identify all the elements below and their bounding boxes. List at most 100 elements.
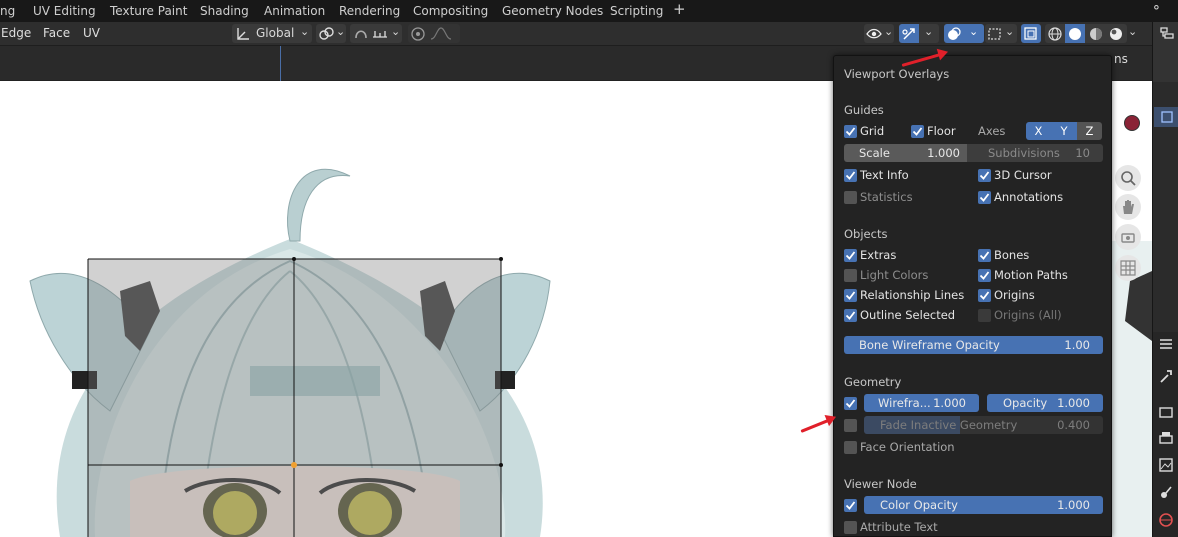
gizmo-icon <box>902 28 915 40</box>
opacity-slider[interactable]: Opacity 1.000 <box>987 394 1103 412</box>
origins-checkbox[interactable] <box>978 289 991 302</box>
origins-label: Origins <box>994 288 1035 302</box>
material-shading-icon[interactable] <box>1088 26 1104 41</box>
camera-icon <box>1121 233 1135 243</box>
statistics-checkbox[interactable] <box>844 191 857 204</box>
subdivisions-field[interactable]: Subdivisions 10 <box>967 144 1103 162</box>
axes-label: Axes <box>978 124 1006 138</box>
fade-inactive-slider[interactable]: Fade Inactive Geometry 0.400 <box>864 416 1103 434</box>
scene-icon[interactable]: ⚬ <box>1151 0 1162 17</box>
zoom-button[interactable] <box>1115 165 1141 191</box>
zoom-icon <box>1121 171 1136 186</box>
pan-button[interactable] <box>1115 194 1141 220</box>
tool-icon[interactable] <box>1158 336 1174 352</box>
annotations-checkbox[interactable] <box>978 191 991 204</box>
tab-scripting[interactable]: Scripting <box>610 3 663 20</box>
tab-workspace-partial[interactable]: ng <box>0 3 15 20</box>
wireframe-slider[interactable]: Wirefra... 1.000 <box>864 394 979 412</box>
checkmark-icon <box>979 251 990 260</box>
mesh-icon <box>1161 111 1173 123</box>
snap-icon <box>355 30 367 39</box>
opacity-label: Opacity <box>1003 396 1048 410</box>
hand-icon <box>1123 200 1134 214</box>
bones-checkbox[interactable] <box>978 249 991 262</box>
tab-compositing[interactable]: Compositing <box>413 3 488 20</box>
tab-rendering[interactable]: Rendering <box>339 3 400 20</box>
chevron-down-icon[interactable]: ⌄ <box>1128 25 1137 38</box>
proportional-icon <box>411 27 425 41</box>
menu-face[interactable]: Face <box>43 26 70 40</box>
menu-edge[interactable]: Edge <box>1 26 31 40</box>
pivot-point-dropdown[interactable]: ⌄ <box>316 24 346 43</box>
motion-paths-checkbox[interactable] <box>978 269 991 282</box>
wrench-icon[interactable] <box>1158 368 1174 384</box>
origins-all-label: Origins (All) <box>994 308 1062 322</box>
tab-uv-editing[interactable]: UV Editing <box>33 3 96 20</box>
selected-outliner-row[interactable] <box>1154 107 1178 127</box>
tab-geometry-nodes[interactable]: Geometry Nodes <box>502 3 603 20</box>
grid-checkbox[interactable] <box>844 125 857 138</box>
face-orientation-checkbox[interactable] <box>844 441 857 454</box>
section-geometry-heading: Geometry <box>844 375 902 389</box>
menu-uv[interactable]: UV <box>83 26 100 40</box>
axis-x-toggle[interactable]: X <box>1026 122 1051 140</box>
world-icon[interactable] <box>1158 512 1174 528</box>
image-icon[interactable] <box>1158 457 1174 473</box>
checkmark-icon <box>979 291 990 300</box>
checkmark-icon <box>845 399 856 408</box>
tab-texture-paint[interactable]: Texture Paint <box>110 3 187 20</box>
tab-shading[interactable]: Shading <box>200 3 249 20</box>
xray-dropdown[interactable]: ⌄ <box>985 24 1017 43</box>
wireframe-checkbox[interactable] <box>844 397 857 410</box>
add-workspace-icon[interactable]: + <box>673 1 686 18</box>
origins-all-checkbox[interactable] <box>978 309 991 322</box>
extras-checkbox[interactable] <box>844 249 857 262</box>
xray-toggle[interactable] <box>1021 24 1041 43</box>
tab-animation[interactable]: Animation <box>264 3 325 20</box>
axis-z-toggle[interactable]: Z <box>1077 122 1102 140</box>
overlays-toggle[interactable] <box>944 24 964 43</box>
relationship-lines-checkbox[interactable] <box>844 289 857 302</box>
options-partial-label[interactable]: ns <box>1114 52 1128 66</box>
face-orientation-label: Face Orientation <box>860 440 955 454</box>
overlays-icon <box>948 27 961 40</box>
grid-button[interactable] <box>1115 255 1141 281</box>
gizmo-toggle[interactable] <box>899 24 919 43</box>
shading-mode-group <box>1045 24 1127 43</box>
overlays-dropdown[interactable]: ⌄ <box>944 24 984 43</box>
attribute-text-checkbox[interactable] <box>844 521 857 534</box>
snap-controls[interactable]: ⌄ <box>350 24 402 43</box>
text-info-checkbox[interactable] <box>844 169 857 182</box>
color-opacity-slider[interactable]: Color Opacity 1.000 <box>864 496 1103 514</box>
overlays-expand-button[interactable]: ⌄ <box>964 24 984 43</box>
scene-icon[interactable] <box>1158 484 1174 500</box>
proportional-editing[interactable] <box>408 24 460 43</box>
outline-selected-checkbox[interactable] <box>844 309 857 322</box>
bone-wireframe-opacity-slider[interactable]: Bone Wireframe Opacity 1.00 <box>844 336 1103 354</box>
floor-checkbox[interactable] <box>911 125 924 138</box>
color-opacity-checkbox[interactable] <box>844 499 857 512</box>
3d-cursor-label: 3D Cursor <box>994 168 1052 182</box>
axis-y-toggle[interactable]: Y <box>1051 122 1077 140</box>
panel-title: Viewport Overlays <box>844 67 950 81</box>
link-icon <box>319 27 334 40</box>
fade-inactive-checkbox[interactable] <box>844 419 857 432</box>
transform-orientation-dropdown[interactable]: Global ⌄ <box>232 24 312 43</box>
grid-label: Grid <box>860 124 885 138</box>
output-icon[interactable] <box>1158 430 1174 446</box>
gizmo-dropdown[interactable]: ⌄ <box>899 24 939 43</box>
scale-field[interactable]: Scale 1.000 <box>844 144 967 162</box>
properties-tabs <box>1153 332 1178 537</box>
extras-label: Extras <box>860 248 897 262</box>
wireframe-shading-icon[interactable] <box>1047 26 1063 41</box>
chevron-down-icon: ⌄ <box>924 25 934 38</box>
camera-button[interactable] <box>1115 224 1141 250</box>
render-icon[interactable] <box>1158 404 1174 420</box>
rendered-shading-icon[interactable] <box>1108 26 1124 41</box>
visibility-dropdown[interactable]: ⌄ <box>864 24 894 43</box>
axis-gizmo-dot[interactable] <box>1124 115 1140 131</box>
outliner-icon[interactable] <box>1159 26 1175 42</box>
solid-shading-button[interactable] <box>1065 24 1085 43</box>
3d-cursor-checkbox[interactable] <box>978 169 991 182</box>
light-colors-checkbox[interactable] <box>844 269 857 282</box>
